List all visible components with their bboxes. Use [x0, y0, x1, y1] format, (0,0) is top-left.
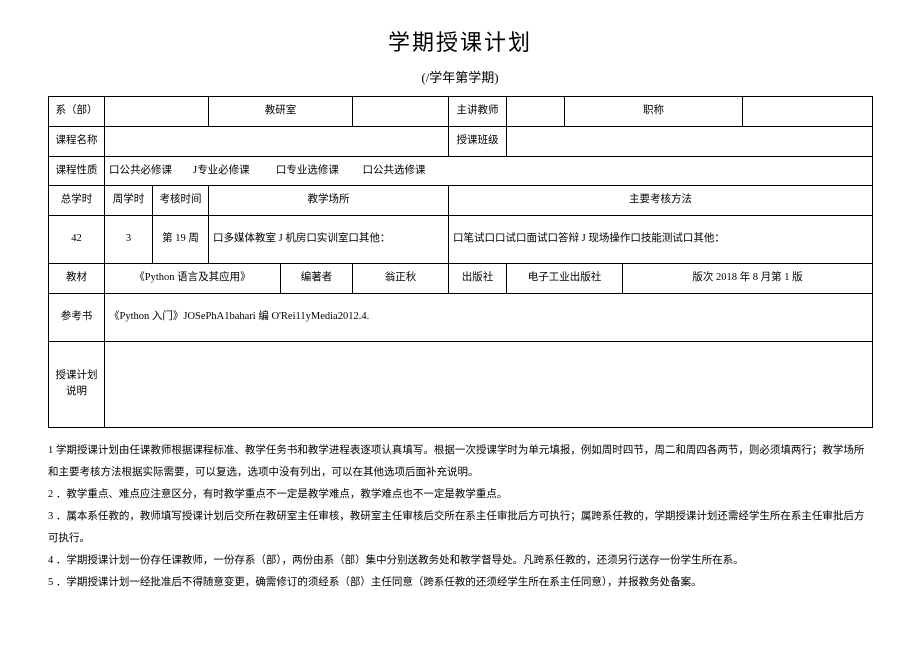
- course-type-options: 口公共必修课 J专业必修课 口专业选修课 口公共选修课: [105, 156, 873, 186]
- value-dept: [105, 97, 209, 127]
- value-exam-time: 第 19 周: [153, 216, 209, 264]
- label-course-type: 课程性质: [49, 156, 105, 186]
- value-total-hours: 42: [49, 216, 105, 264]
- textbook-author: 翁正秋: [353, 264, 449, 294]
- notes-section: 1 学期授课计划由任课教师根据课程标准、教学任务书和教学进程表逐项认真填写。根据…: [48, 440, 872, 594]
- label-textbook: 教材: [49, 264, 105, 294]
- label-office: 教研室: [209, 97, 353, 127]
- value-office: [353, 97, 449, 127]
- note-3: 3 ．属本系任教的，教师填写授课计划后交所在教研室主任审核，教研室主任审核后交所…: [48, 506, 872, 550]
- page-title: 学期授课计划: [48, 25, 872, 57]
- note-4: 4 ．学期授课计划一份存任课教师，一份存系（部），两份由系（部）集中分别送教务处…: [48, 550, 872, 572]
- label-publisher: 出版社: [449, 264, 507, 294]
- plan-table: 系（部） 教研室 主讲教师 职称 课程名称 授课班级 课程性质 口公共必修课 J…: [48, 96, 873, 428]
- value-lecturer: [507, 97, 565, 127]
- textbook-publisher: 电子工业出版社: [507, 264, 623, 294]
- label-course-name: 课程名称: [49, 126, 105, 156]
- textbook-edition: 版次 2018 年 8 月第 1 版: [623, 264, 873, 294]
- textbook-title: 《Python 语言及其应用》: [105, 264, 281, 294]
- ct-opt4: 口公共选修课: [362, 165, 425, 176]
- page-subtitle: (/学年第学期): [48, 67, 872, 86]
- label-author: 编著者: [281, 264, 353, 294]
- label-exam-method: 主要考核方法: [449, 186, 873, 216]
- ct-opt2: J专业必修课: [193, 165, 250, 176]
- note-5: 5 ．学期授课计划一经批准后不得随意变更，确需修订的须经系（部）主任同意（跨系任…: [48, 572, 872, 594]
- ct-opt3: 口专业选修课: [276, 165, 339, 176]
- ct-opt1: 口公共必修课: [109, 165, 172, 176]
- value-class: [507, 126, 873, 156]
- note-1: 1 学期授课计划由任课教师根据课程标准、教学任务书和教学进程表逐项认真填写。根据…: [48, 440, 872, 484]
- label-exam-time: 考核时间: [153, 186, 209, 216]
- label-rank: 职称: [565, 97, 743, 127]
- label-class: 授课班级: [449, 126, 507, 156]
- value-weekly-hours: 3: [105, 216, 153, 264]
- value-plan-note: [105, 341, 873, 427]
- label-weekly-hours: 周学时: [105, 186, 153, 216]
- value-reference: 《Python 入门》JOSePhA1bahari 编 O'Rei11yMedi…: [105, 293, 873, 341]
- label-reference: 参考书: [49, 293, 105, 341]
- label-total-hours: 总学时: [49, 186, 105, 216]
- value-exam-method: 口笔试口口试口面试口答辩 J 现场操作口技能测试口其他：: [449, 216, 873, 264]
- value-rank: [743, 97, 873, 127]
- label-plan-note: 授课计划说明: [49, 341, 105, 427]
- value-course-name: [105, 126, 449, 156]
- value-place: 口多媒体教室 J 机房口实训室口其他：: [209, 216, 449, 264]
- note-2: 2 ．教学重点、难点应注意区分，有时教学重点不一定是教学难点，教学难点也不一定是…: [48, 484, 872, 506]
- label-place: 教学场所: [209, 186, 449, 216]
- label-lecturer: 主讲教师: [449, 97, 507, 127]
- label-dept: 系（部）: [49, 97, 105, 127]
